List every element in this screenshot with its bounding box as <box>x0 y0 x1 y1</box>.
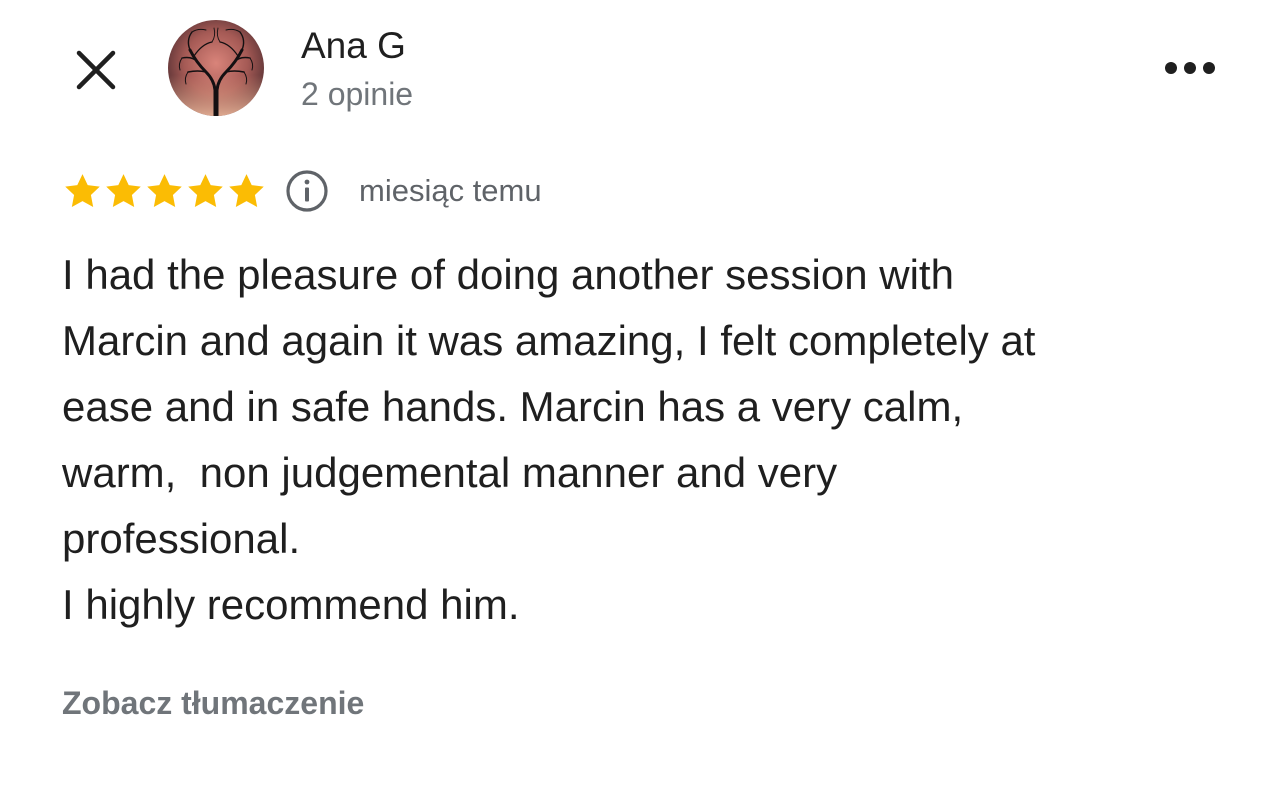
review-date: miesiąc temu <box>359 173 542 208</box>
star-icon <box>229 173 264 207</box>
star-icon <box>65 173 100 207</box>
translate-link[interactable]: Zobacz tłumaczenie <box>62 681 364 725</box>
info-icon <box>286 170 328 212</box>
close-button[interactable] <box>70 44 122 96</box>
author-name[interactable]: Ana G <box>301 24 413 68</box>
review-text: I had the pleasure of doing another sess… <box>62 251 1036 628</box>
more-horizontal-icon <box>1165 62 1215 74</box>
star-icon <box>188 173 223 207</box>
tree-silhouette-avatar <box>168 20 264 116</box>
author-review-count: 2 opinie <box>301 76 414 112</box>
more-options-button[interactable] <box>1158 48 1222 88</box>
close-icon <box>76 50 116 90</box>
review-header: Ana G 2 opinie <box>0 0 1284 130</box>
star-icon <box>106 173 141 207</box>
star-rating <box>62 171 267 212</box>
review-meta: miesiąc temu <box>62 168 542 214</box>
author-info: Ana G 2 opinie <box>301 24 413 116</box>
info-button[interactable] <box>285 169 329 213</box>
star-icon <box>147 173 182 207</box>
avatar[interactable] <box>168 20 264 116</box>
